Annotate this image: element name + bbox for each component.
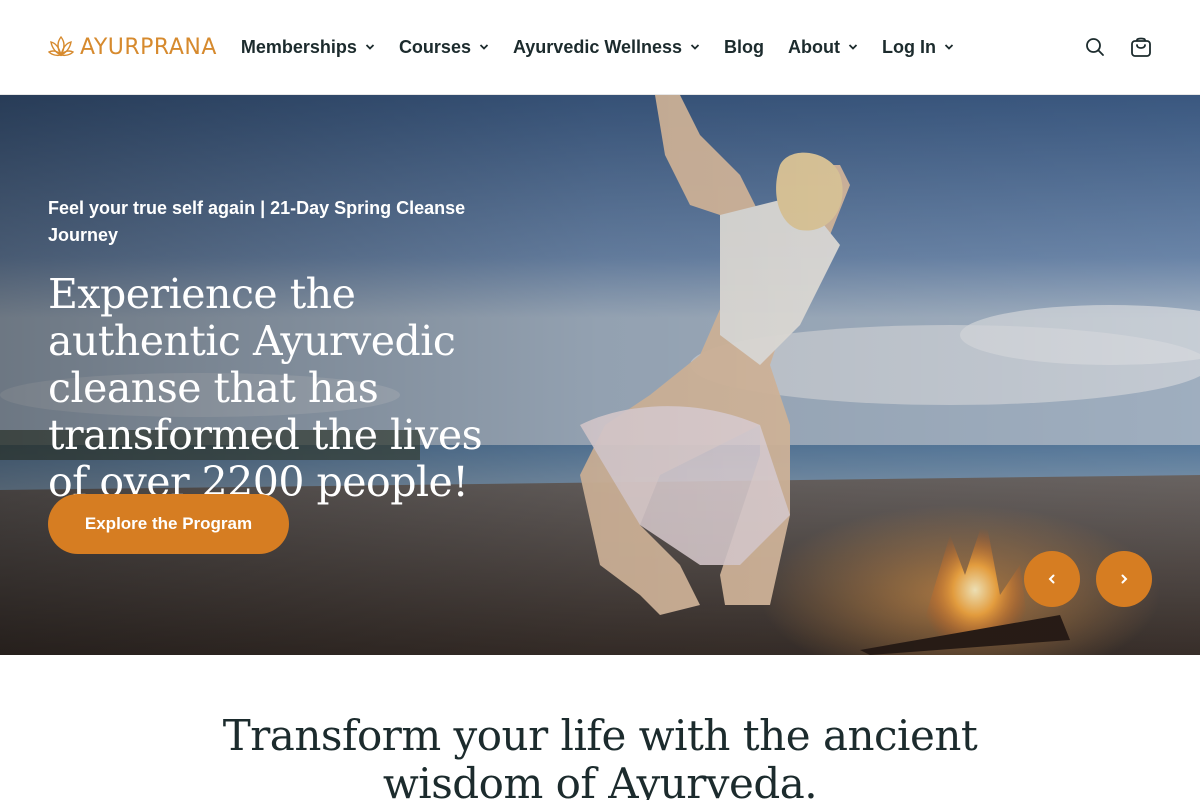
chevron-right-icon <box>1121 574 1128 584</box>
nav-courses[interactable]: Courses <box>399 37 489 58</box>
shopping-bag-icon <box>1131 37 1151 57</box>
main-nav: Memberships Courses Ayurvedic Wellness B… <box>241 37 954 58</box>
header-actions <box>1084 36 1152 58</box>
site-header: AYURPRANA Memberships Courses Ayurvedic … <box>0 0 1200 95</box>
chevron-down-icon <box>944 44 954 50</box>
explore-program-button[interactable]: Explore the Program <box>48 494 289 554</box>
chevron-down-icon <box>365 44 375 50</box>
search-button[interactable] <box>1084 36 1106 58</box>
slider-next-button[interactable] <box>1096 551 1152 607</box>
chevron-left-icon <box>1048 574 1055 584</box>
hero-text: Feel your true self again | 21-Day Sprin… <box>48 195 488 506</box>
nav-label: Log In <box>882 36 937 57</box>
section-title-line: wisdom of Ayurveda. <box>382 759 818 800</box>
search-icon <box>1086 38 1104 56</box>
slider-prev-button[interactable] <box>1024 551 1080 607</box>
hero-slider: Feel your true self again | 21-Day Sprin… <box>0 95 1200 655</box>
nav-about[interactable]: About <box>788 37 858 58</box>
brand-name: AYURPRANA <box>80 34 217 60</box>
nav-label: Ayurvedic Wellness <box>512 36 683 57</box>
nav-label: About <box>788 36 841 57</box>
section-title-line: Transform your life with the ancient <box>222 711 978 760</box>
nav-ayurvedic-wellness[interactable]: Ayurvedic Wellness <box>513 37 700 58</box>
nav-memberships[interactable]: Memberships <box>241 37 375 58</box>
hero-eyebrow: Feel your true self again | 21-Day Sprin… <box>48 198 466 245</box>
nav-label: Blog <box>724 36 765 57</box>
section-title: Transform your life with the ancient wis… <box>0 712 1200 800</box>
lotus-icon <box>48 35 74 57</box>
nav-label: Courses <box>398 36 471 57</box>
logo[interactable]: AYURPRANA <box>48 35 217 60</box>
chevron-down-icon <box>690 44 700 50</box>
nav-label: Memberships <box>240 36 357 57</box>
nav-blog[interactable]: Blog <box>724 37 764 58</box>
nav-login[interactable]: Log In <box>882 37 954 58</box>
chevron-down-icon <box>479 44 489 50</box>
hero-headline: Experience the authentic Ayurvedic clean… <box>48 270 483 506</box>
chevron-down-icon <box>848 44 858 50</box>
cart-button[interactable] <box>1130 36 1152 58</box>
